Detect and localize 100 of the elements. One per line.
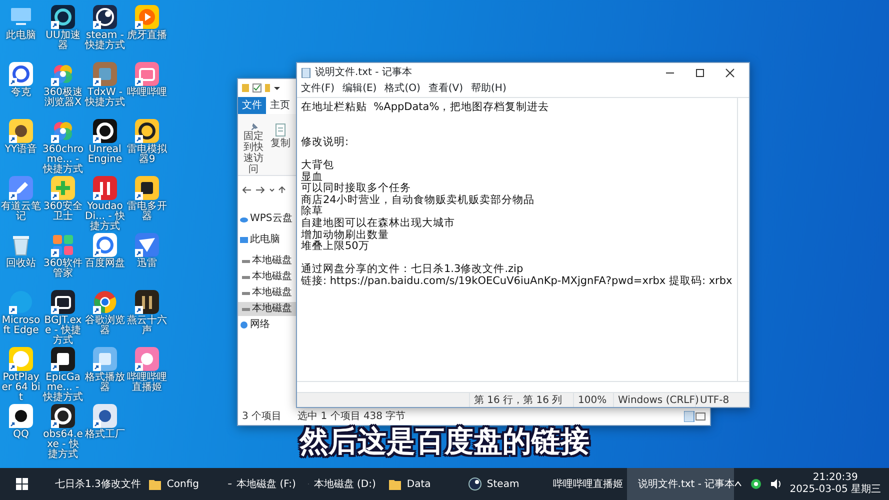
subtitle-text: 然后这是百度盘的链接 (300, 423, 590, 460)
folder-icon (148, 477, 162, 491)
icon-label[interactable]: 格式播放器 (84, 373, 126, 393)
icon-label[interactable]: 哔哩哔哩直播姬 (126, 373, 168, 393)
grid-icon[interactable] (50, 232, 76, 258)
play-icon[interactable] (134, 4, 160, 30)
menu-item[interactable]: 格式(O) (384, 83, 420, 97)
taskbar-item[interactable]: 七日杀1.3修改文件 (44, 468, 142, 500)
maximize-icon (693, 67, 707, 79)
ring-icon[interactable] (134, 118, 160, 144)
text-line: 可以同时接取多个任务 (301, 183, 412, 194)
menu-item[interactable]: 文件(F) (301, 83, 335, 97)
icon-label[interactable]: Microsoft Edge (0, 316, 42, 336)
icon-label[interactable]: 有道云笔记 (0, 202, 42, 222)
icon-label[interactable]: TdxW - 快捷方式 (84, 88, 126, 108)
taskbar-item[interactable]: 说明文件.txt - 记事本 (626, 468, 734, 500)
window-title: 说明文件.txt - 记事本 (315, 67, 412, 79)
tile-icon[interactable] (50, 346, 76, 372)
nav-item[interactable]: 本地磁盘 (238, 286, 296, 300)
icon-label[interactable]: steam - 快捷方式 (84, 31, 126, 51)
bird-icon[interactable] (134, 232, 160, 258)
icon-label[interactable]: 迅雷 (126, 259, 168, 269)
text-line: 除草 (301, 206, 323, 218)
volume-icon[interactable] (770, 478, 782, 490)
close-icon (723, 67, 737, 79)
app-tray-icon[interactable] (750, 478, 762, 490)
icon-label[interactable]: BGJT.exe - 快捷方式 (42, 316, 84, 346)
taskbar-item[interactable]: Config (142, 468, 222, 500)
icon-label[interactable]: 谷歌浏览器 (84, 316, 126, 336)
tile-icon[interactable] (92, 346, 118, 372)
icon-label[interactable]: 雷电多开器 (126, 202, 168, 222)
nav-item[interactable]: WPS云盘 (238, 212, 296, 226)
icon-label[interactable]: EpicGame... - 快捷方式 (42, 373, 84, 403)
tile-icon[interactable] (134, 346, 160, 372)
tile-icon[interactable] (92, 61, 118, 87)
icon-label[interactable]: 360chrome... - 快捷方式 (42, 145, 84, 175)
clock-time[interactable]: 21:20:39 (812, 472, 858, 484)
status-text: 选中 1 个项目 438 字节 (298, 410, 406, 424)
taskbar-item[interactable]: 哔哩哔哩直播姬 (542, 468, 627, 500)
icon-label[interactable]: 回收站 (0, 259, 42, 269)
text-line: 链接: https://pan.baidu.com/s/19kOECuV6iuAnKp-MXjgnFA?pwd=xrbx 提取码: xrbx (301, 276, 733, 288)
menu-item[interactable]: 查看(V) (428, 83, 464, 97)
icon-label[interactable]: 360安全卫士 (42, 202, 84, 222)
menu-item[interactable]: 编辑(E) (342, 83, 377, 97)
ring-icon[interactable] (92, 118, 118, 144)
nav-item[interactable]: 网络 (238, 318, 296, 332)
drive-icon (228, 481, 232, 487)
icon-label[interactable]: PotPlayer 64 bit (0, 373, 42, 403)
icon-label[interactable]: 百度网盘 (84, 259, 126, 269)
icon-label[interactable]: Unreal Engine (84, 145, 126, 165)
round-icon[interactable] (8, 118, 34, 144)
round-icon[interactable] (92, 403, 118, 429)
taskbar-item[interactable]: Data (382, 468, 462, 500)
round-icon[interactable] (8, 403, 34, 429)
taskbar-item[interactable]: 本地磁盘 (F:) (222, 468, 302, 500)
tile-icon[interactable] (134, 175, 160, 201)
icon-label[interactable]: 360软件管家 (42, 259, 84, 279)
icon-label[interactable]: QQ (0, 430, 42, 440)
ribbon-button[interactable]: 固定到快速访问 (242, 122, 265, 175)
nav-item[interactable]: 本地磁盘 (238, 270, 296, 284)
ribbon-tab[interactable]: 主页 (266, 97, 294, 114)
folder-icon (388, 477, 402, 491)
caret-icon[interactable] (734, 481, 742, 487)
icon-label[interactable]: UU加速器 (42, 31, 84, 51)
nav-item[interactable]: 此电脑 (238, 233, 296, 247)
icon-label[interactable]: 雷电模拟器9 (126, 145, 168, 165)
icon-label[interactable]: 360极速浏览器X (42, 88, 84, 108)
plus-icon[interactable] (50, 175, 76, 201)
icon-label[interactable]: YoudaoDi... - 快捷方式 (84, 202, 126, 232)
pen-icon[interactable] (8, 175, 34, 201)
clock-date[interactable]: 2025-03-05 星期三 (790, 484, 881, 496)
text-line: 堆叠上限50万 (301, 241, 370, 253)
tv-icon[interactable] (50, 289, 76, 315)
text-line: 大背包 (301, 160, 335, 172)
view-toggle[interactable] (684, 410, 706, 422)
copy-icon (272, 122, 288, 138)
text-line: 增加动物刷出数量 (301, 230, 390, 241)
taskbar-item[interactable]: 本地磁盘 (D:) (302, 468, 382, 500)
play-icon[interactable] (8, 346, 34, 372)
ring-icon[interactable] (50, 403, 76, 429)
icon-label[interactable]: 夸克 (0, 88, 42, 98)
status-text: 第 16 行，第 16 列 (469, 393, 573, 407)
ring-icon[interactable] (50, 4, 76, 30)
nav-item[interactable]: 本地磁盘 (238, 254, 296, 268)
icon-label[interactable]: 此电脑 (0, 31, 42, 41)
icon-label[interactable]: 虎牙直播 (126, 31, 168, 41)
menu-item[interactable]: 帮助(H) (471, 83, 506, 97)
icon-label[interactable]: 燕云十六声 (126, 316, 168, 336)
icon-label[interactable]: obs64.exe - 快捷方式 (42, 430, 84, 460)
icon-label[interactable]: YY语音 (0, 145, 42, 155)
text-line: 通过网盘分享的文件：七日杀1.3修改文件.zip (301, 264, 524, 276)
icon-label[interactable]: 格式工厂 (84, 430, 126, 440)
status-text: 100% (573, 393, 613, 407)
icon-label[interactable]: 哔哩哔哩 (126, 88, 168, 98)
disc-icon (468, 477, 482, 491)
taskbar-item[interactable]: Steam (462, 468, 542, 500)
nav-item[interactable]: 本地磁盘 (238, 302, 296, 316)
ribbon-button[interactable]: 复制 (269, 122, 292, 175)
bars-icon[interactable] (134, 289, 160, 315)
ribbon-tab[interactable]: 文件 (238, 97, 266, 114)
